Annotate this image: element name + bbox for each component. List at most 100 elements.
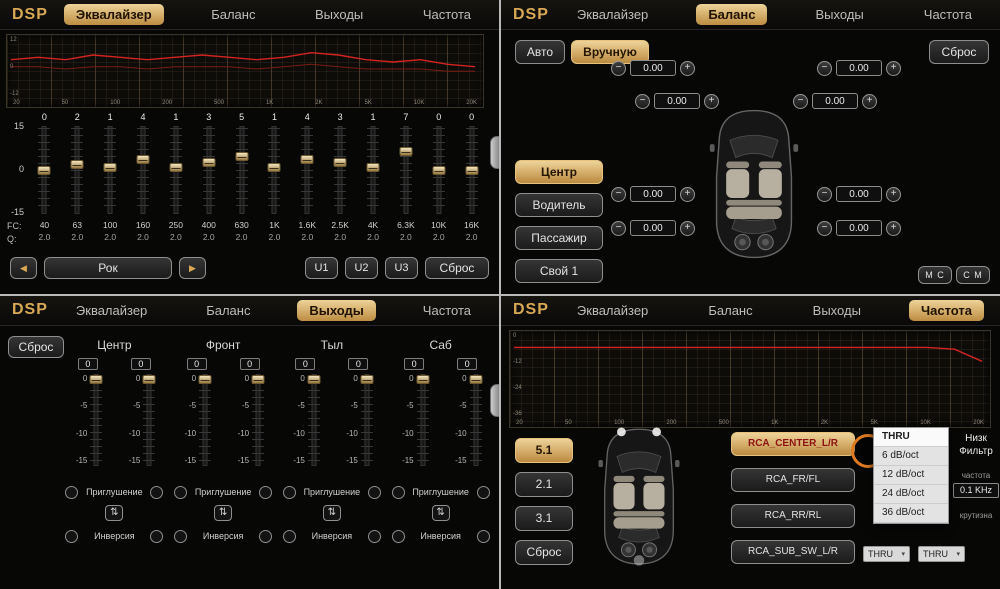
position-button-4[interactable]: Свой 1 — [515, 259, 603, 283]
mc-button[interactable]: M C — [918, 266, 952, 284]
slope-select-2[interactable]: THRU▾ — [918, 546, 965, 562]
band-slider-handle[interactable] — [202, 158, 215, 167]
cm-button[interactable]: C M — [956, 266, 990, 284]
band-slider-handle[interactable] — [301, 155, 314, 164]
rca-button-4[interactable]: RCA_SUB_SW_L/R — [731, 540, 855, 564]
dropdown-option[interactable]: 36 dB/oct — [874, 504, 948, 523]
plus-button[interactable]: + — [680, 187, 695, 202]
mute-right-checkbox[interactable] — [259, 486, 272, 499]
band-slider-track[interactable] — [300, 126, 314, 214]
band-slider-handle[interactable] — [104, 163, 117, 172]
plus-button[interactable]: + — [862, 94, 877, 109]
tab-balance[interactable]: Баланс — [194, 300, 262, 321]
minus-button[interactable]: − — [611, 61, 626, 76]
rca-button-3[interactable]: RCA_RR/RL — [731, 504, 855, 528]
band-slider-track[interactable] — [202, 126, 216, 214]
band-slider-handle[interactable] — [334, 158, 347, 167]
tab-frequency[interactable]: Частота — [411, 4, 483, 25]
invert-right-checkbox[interactable] — [477, 530, 490, 543]
tab-outputs[interactable]: Выходы — [804, 4, 876, 25]
tab-equalizer[interactable]: Эквалайзер — [565, 4, 660, 25]
minus-button[interactable]: − — [611, 221, 626, 236]
frequency-value[interactable]: 0.1 KHz — [953, 483, 999, 498]
plus-button[interactable]: + — [886, 221, 901, 236]
link-channels-toggle[interactable]: ⇅ — [432, 505, 450, 521]
minus-button[interactable]: − — [611, 187, 626, 202]
band-slider-track[interactable] — [103, 126, 117, 214]
dropdown-option[interactable]: 24 dB/oct — [874, 485, 948, 504]
plus-button[interactable]: + — [680, 221, 695, 236]
band-slider-track[interactable] — [37, 126, 51, 214]
mute-right-checkbox[interactable] — [477, 486, 490, 499]
dropdown-option[interactable]: 12 dB/oct — [874, 466, 948, 485]
invert-right-checkbox[interactable] — [368, 530, 381, 543]
mute-left-checkbox[interactable] — [283, 486, 296, 499]
minus-button[interactable]: − — [793, 94, 808, 109]
slope-select-1[interactable]: THRU▾ — [863, 546, 910, 562]
band-slider-handle[interactable] — [71, 160, 84, 169]
output-slider-track[interactable] — [142, 374, 156, 466]
position-button-1[interactable]: Центр — [515, 160, 603, 184]
minus-button[interactable]: − — [817, 221, 832, 236]
band-slider-handle[interactable] — [465, 166, 478, 175]
tab-frequency[interactable]: Частота — [411, 300, 483, 321]
band-slider-handle[interactable] — [268, 163, 281, 172]
tab-balance[interactable]: Баланс — [696, 300, 764, 321]
memory-u2-button[interactable]: U2 — [345, 257, 378, 279]
band-slider-handle[interactable] — [399, 147, 412, 156]
output-slider-track[interactable] — [307, 374, 321, 466]
output-slider-track[interactable] — [251, 374, 265, 466]
plus-button[interactable]: + — [886, 187, 901, 202]
dropdown-option[interactable]: 6 dB/oct — [874, 447, 948, 466]
output-slider-track[interactable] — [198, 374, 212, 466]
output-slider-handle[interactable] — [143, 375, 156, 384]
invert-left-checkbox[interactable] — [283, 530, 296, 543]
band-slider-handle[interactable] — [367, 163, 380, 172]
link-channels-toggle[interactable]: ⇅ — [323, 505, 341, 521]
output-slider-handle[interactable] — [416, 375, 429, 384]
output-slider-handle[interactable] — [199, 375, 212, 384]
band-slider-handle[interactable] — [169, 163, 182, 172]
tab-outputs[interactable]: Выходы — [801, 300, 873, 321]
output-slider-track[interactable] — [469, 374, 483, 466]
output-slider-track[interactable] — [416, 374, 430, 466]
output-slider-handle[interactable] — [469, 375, 482, 384]
tab-frequency[interactable]: Частота — [909, 300, 984, 321]
mute-left-checkbox[interactable] — [65, 486, 78, 499]
invert-left-checkbox[interactable] — [392, 530, 405, 543]
band-slider-track[interactable] — [169, 126, 183, 214]
mute-left-checkbox[interactable] — [174, 486, 187, 499]
memory-u3-button[interactable]: U3 — [385, 257, 418, 279]
slide-out-handle[interactable] — [490, 136, 499, 169]
output-slider-track[interactable] — [360, 374, 374, 466]
mode-2-1-button[interactable]: 2.1 — [515, 472, 573, 497]
mode-3-1-button[interactable]: 3.1 — [515, 506, 573, 531]
minus-button[interactable]: − — [817, 187, 832, 202]
invert-left-checkbox[interactable] — [174, 530, 187, 543]
link-channels-toggle[interactable]: ⇅ — [214, 505, 232, 521]
plus-button[interactable]: + — [704, 94, 719, 109]
output-slider-handle[interactable] — [307, 375, 320, 384]
mute-right-checkbox[interactable] — [368, 486, 381, 499]
invert-left-checkbox[interactable] — [65, 530, 78, 543]
band-slider-track[interactable] — [70, 126, 84, 214]
preset-prev-button[interactable]: ◀ — [10, 257, 37, 279]
plus-button[interactable]: + — [886, 61, 901, 76]
tab-equalizer[interactable]: Эквалайзер — [565, 300, 660, 321]
output-slider-track[interactable] — [89, 374, 103, 466]
mute-left-checkbox[interactable] — [392, 486, 405, 499]
tab-balance[interactable]: Баланс — [199, 4, 267, 25]
mode-5-1-button[interactable]: 5.1 — [515, 438, 573, 463]
plus-button[interactable]: + — [680, 61, 695, 76]
link-channels-toggle[interactable]: ⇅ — [105, 505, 123, 521]
band-slider-track[interactable] — [136, 126, 150, 214]
tab-outputs[interactable]: Выходы — [297, 300, 376, 321]
minus-button[interactable]: − — [635, 94, 650, 109]
output-slider-handle[interactable] — [252, 375, 265, 384]
band-slider-handle[interactable] — [432, 166, 445, 175]
dropdown-option[interactable]: THRU — [874, 428, 948, 447]
band-slider-track[interactable] — [366, 126, 380, 214]
tab-equalizer[interactable]: Эквалайзер — [64, 300, 159, 321]
band-slider-handle[interactable] — [38, 166, 51, 175]
output-slider-handle[interactable] — [90, 375, 103, 384]
